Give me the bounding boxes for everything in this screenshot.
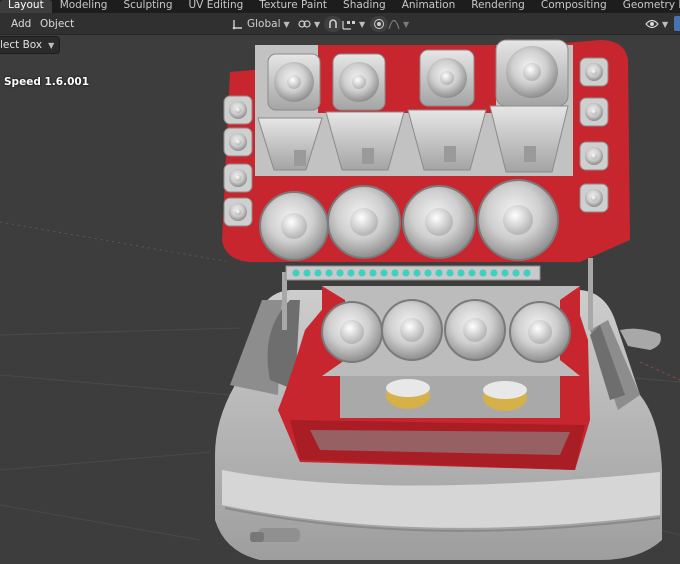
chevron-down-icon: ▼ bbox=[359, 19, 366, 29]
chevron-down-icon: ▼ bbox=[283, 19, 290, 29]
led-light bbox=[468, 269, 476, 277]
led-light bbox=[457, 269, 465, 277]
tab-sculpting[interactable]: Sculpting bbox=[115, 0, 180, 13]
led-light bbox=[380, 269, 388, 277]
speaker-wall bbox=[222, 39, 630, 262]
object-name-label: Speed 1.6.001 bbox=[4, 76, 89, 88]
led-bar bbox=[285, 265, 541, 281]
led-light bbox=[413, 269, 421, 277]
led-light bbox=[369, 269, 377, 277]
led-light bbox=[336, 269, 344, 277]
proportional-edit-icon bbox=[374, 19, 384, 29]
tweeter bbox=[579, 141, 609, 171]
tab-animation[interactable]: Animation bbox=[394, 0, 464, 13]
tweeter bbox=[579, 57, 609, 87]
led-light bbox=[512, 269, 520, 277]
led-light bbox=[479, 269, 487, 277]
led-light bbox=[402, 269, 410, 277]
axis-line bbox=[0, 221, 231, 263]
led-light bbox=[325, 269, 333, 277]
tab-rendering[interactable]: Rendering bbox=[463, 0, 533, 13]
tweeter bbox=[223, 197, 253, 227]
led-light bbox=[314, 269, 322, 277]
viewport-shading-icon[interactable] bbox=[674, 16, 680, 31]
select-box-label: lect Box bbox=[0, 39, 43, 51]
proportional-falloff-dropdown[interactable]: ▼ bbox=[388, 16, 409, 32]
led-light bbox=[292, 269, 300, 277]
led-light bbox=[358, 269, 366, 277]
led-light bbox=[303, 269, 311, 277]
led-light bbox=[490, 269, 498, 277]
led-light bbox=[347, 269, 355, 277]
transform-orientation-dropdown[interactable]: Global ▼ bbox=[232, 16, 290, 32]
snap-element-dropdown[interactable]: ▼ bbox=[342, 16, 365, 32]
visibility-icon bbox=[645, 19, 659, 29]
led-light bbox=[424, 269, 432, 277]
pivot-icon bbox=[298, 20, 311, 28]
chevron-down-icon: ▼ bbox=[662, 19, 669, 29]
tweeter bbox=[579, 97, 609, 127]
chevron-down-icon: ▼ bbox=[48, 40, 55, 50]
led-light bbox=[435, 269, 443, 277]
tweeter bbox=[223, 95, 253, 125]
led-light bbox=[446, 269, 454, 277]
viewport-header: Add Object Global ▼ ▼ ▼ ▼ ▼ bbox=[0, 13, 680, 35]
workspace-tabs-bar: Layout Modeling Sculpting UV Editing Texture… bbox=[0, 0, 680, 13]
axis-line bbox=[639, 361, 680, 381]
tab-uv-editing[interactable]: UV Editing bbox=[181, 0, 252, 13]
snap-element-icon bbox=[342, 21, 355, 30]
transform-orientation-value: Global bbox=[247, 18, 281, 30]
visibility-dropdown[interactable]: ▼ bbox=[645, 16, 668, 32]
tab-shading[interactable]: Shading bbox=[335, 0, 394, 13]
proportional-edit-toggle[interactable] bbox=[370, 16, 388, 32]
chevron-down-icon: ▼ bbox=[403, 19, 410, 29]
select-box-tool-dropdown[interactable]: lect Box ▼ bbox=[0, 36, 61, 54]
led-light bbox=[523, 269, 531, 277]
3d-viewport[interactable] bbox=[0, 36, 680, 564]
object-menu[interactable]: Object bbox=[40, 13, 74, 35]
transform-orientation-icon bbox=[232, 20, 242, 30]
chevron-down-icon: ▼ bbox=[314, 19, 321, 29]
tab-compositing[interactable]: Compositing bbox=[533, 0, 615, 13]
tab-texture-paint[interactable]: Texture Paint bbox=[251, 0, 335, 13]
tab-geometry-nodes[interactable]: Geometry Nodes bbox=[615, 0, 680, 13]
trunk-speaker-box bbox=[321, 286, 580, 418]
snap-button[interactable] bbox=[324, 16, 342, 32]
tab-layout[interactable]: Layout bbox=[0, 0, 52, 13]
led-light bbox=[501, 269, 509, 277]
falloff-icon bbox=[388, 19, 400, 30]
tweeter bbox=[223, 127, 253, 157]
add-menu[interactable]: Add bbox=[11, 13, 31, 35]
tab-modeling[interactable]: Modeling bbox=[52, 0, 116, 13]
snap-icon bbox=[329, 19, 337, 28]
pivot-point-dropdown[interactable]: ▼ bbox=[298, 16, 320, 32]
tweeter bbox=[223, 163, 253, 193]
led-light bbox=[391, 269, 399, 277]
snap-toggle[interactable] bbox=[324, 16, 342, 32]
proportional-edit-button[interactable] bbox=[370, 16, 388, 32]
tweeter bbox=[579, 183, 609, 213]
